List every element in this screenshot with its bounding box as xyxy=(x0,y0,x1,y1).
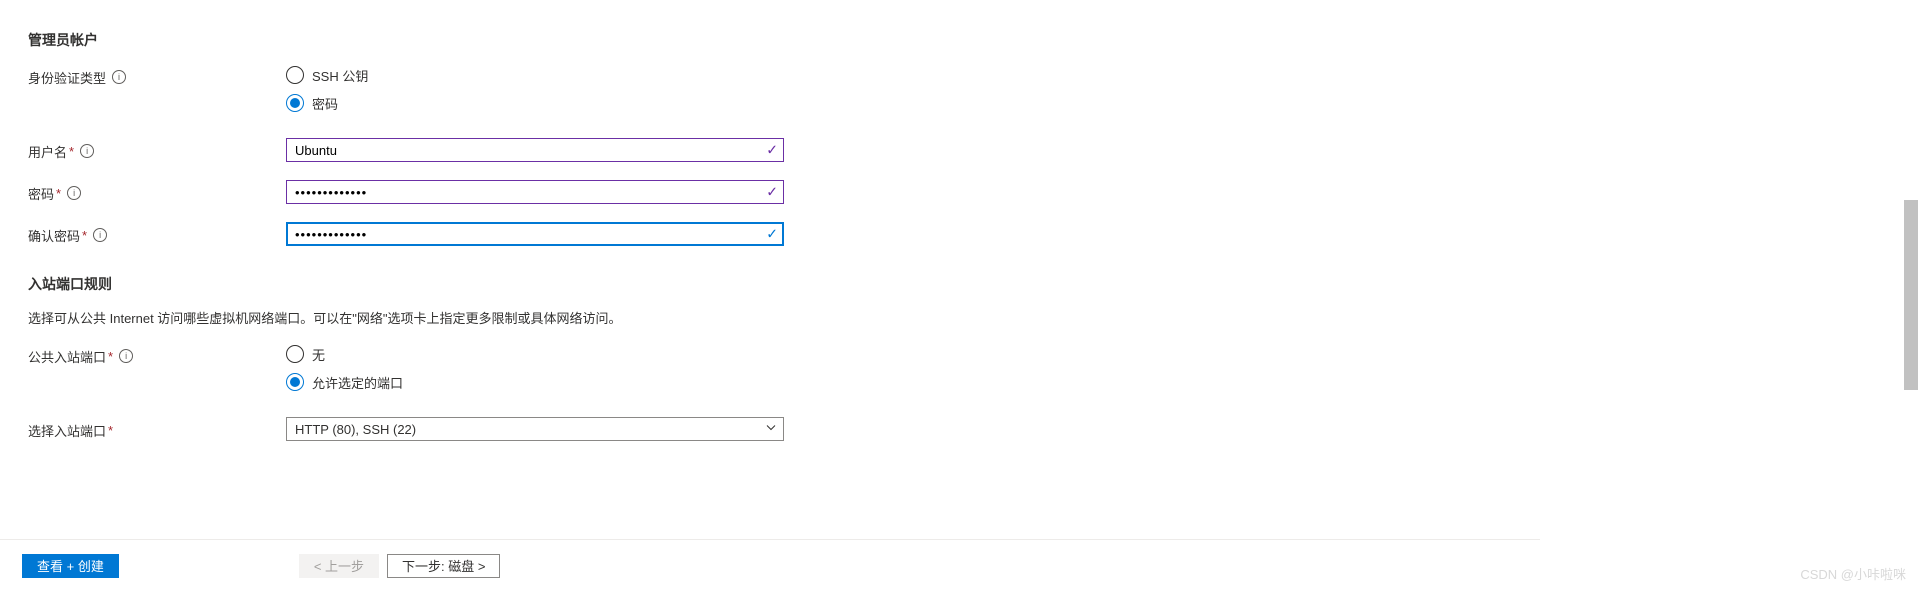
select-ports-value: HTTP (80), SSH (22) xyxy=(295,422,416,437)
username-row: 用户名 * i ✓ xyxy=(28,138,1530,162)
info-icon[interactable]: i xyxy=(80,144,94,158)
required-mark: * xyxy=(56,186,61,201)
info-icon[interactable]: i xyxy=(119,349,133,363)
ports-allow-radio[interactable]: 允许选定的端口 xyxy=(286,371,784,393)
confirm-row: 确认密码 * i ✓ xyxy=(28,222,1530,246)
select-ports-row: 选择入站端口 * HTTP (80), SSH (22) xyxy=(28,417,1530,441)
required-mark: * xyxy=(82,228,87,243)
ports-allow-label: 允许选定的端口 xyxy=(312,373,403,392)
confirm-input-wrap: ✓ xyxy=(286,222,784,246)
password-row: 密码 * i ✓ xyxy=(28,180,1530,204)
radio-icon xyxy=(286,373,304,391)
auth-type-row: 身份验证类型 i SSH 公钥 密码 xyxy=(28,64,1530,120)
info-icon[interactable]: i xyxy=(112,70,126,84)
chevron-down-icon xyxy=(765,422,777,437)
password-input[interactable] xyxy=(286,180,784,204)
select-ports-label-col: 选择入站端口 * xyxy=(28,417,286,441)
required-mark: * xyxy=(69,144,74,159)
info-icon[interactable]: i xyxy=(93,228,107,242)
radio-icon xyxy=(286,345,304,363)
select-ports-dropdown[interactable]: HTTP (80), SSH (22) xyxy=(286,417,784,441)
ports-none-radio[interactable]: 无 xyxy=(286,343,784,365)
public-ports-field: 无 允许选定的端口 xyxy=(286,343,784,399)
password-label-col: 密码 * i xyxy=(28,180,286,204)
review-create-button[interactable]: 查看 + 创建 xyxy=(22,554,119,578)
password-field: ✓ xyxy=(286,180,784,204)
confirm-field: ✓ xyxy=(286,222,784,246)
public-ports-label-col: 公共入站端口 * i xyxy=(28,343,286,367)
auth-ssh-label: SSH 公钥 xyxy=(312,66,368,85)
info-icon[interactable]: i xyxy=(67,186,81,200)
radio-icon xyxy=(286,66,304,84)
username-input-wrap: ✓ xyxy=(286,138,784,162)
inbound-section-title: 入站端口规则 xyxy=(28,274,1530,294)
username-label: 用户名 xyxy=(28,142,67,161)
public-ports-label: 公共入站端口 xyxy=(28,347,106,366)
ports-none-label: 无 xyxy=(312,345,325,364)
select-ports-field: HTTP (80), SSH (22) xyxy=(286,417,784,441)
username-input[interactable] xyxy=(286,138,784,162)
admin-section-title: 管理员帐户 xyxy=(28,30,1530,50)
watermark-text: CSDN @小咔啦咪 xyxy=(1800,564,1906,583)
inbound-description: 选择可从公共 Internet 访问哪些虚拟机网络端口。可以在"网络"选项卡上指… xyxy=(28,308,1530,327)
wizard-footer: 查看 + 创建 < 上一步 下一步: 磁盘 > xyxy=(0,539,1540,591)
select-ports-label: 选择入站端口 xyxy=(28,421,106,440)
confirm-label-col: 确认密码 * i xyxy=(28,222,286,246)
required-mark: * xyxy=(108,349,113,364)
confirm-input[interactable] xyxy=(286,222,784,246)
public-ports-row: 公共入站端口 * i 无 允许选定的端口 xyxy=(28,343,1530,399)
confirm-label: 确认密码 xyxy=(28,226,80,245)
auth-password-label: 密码 xyxy=(312,94,338,113)
form-content: 管理员帐户 身份验证类型 i SSH 公钥 密码 用户名 * i ✓ xyxy=(0,0,1530,441)
auth-type-field: SSH 公钥 密码 xyxy=(286,64,784,120)
next-button[interactable]: 下一步: 磁盘 > xyxy=(387,554,500,578)
auth-type-label-col: 身份验证类型 i xyxy=(28,64,286,88)
auth-type-label: 身份验证类型 xyxy=(28,68,106,87)
radio-icon xyxy=(286,94,304,112)
scrollbar-thumb[interactable] xyxy=(1904,200,1918,390)
password-label: 密码 xyxy=(28,184,54,203)
password-input-wrap: ✓ xyxy=(286,180,784,204)
username-field: ✓ xyxy=(286,138,784,162)
prev-button: < 上一步 xyxy=(299,554,379,578)
username-label-col: 用户名 * i xyxy=(28,138,286,162)
required-mark: * xyxy=(108,423,113,438)
auth-password-radio[interactable]: 密码 xyxy=(286,92,784,114)
auth-ssh-radio[interactable]: SSH 公钥 xyxy=(286,64,784,86)
